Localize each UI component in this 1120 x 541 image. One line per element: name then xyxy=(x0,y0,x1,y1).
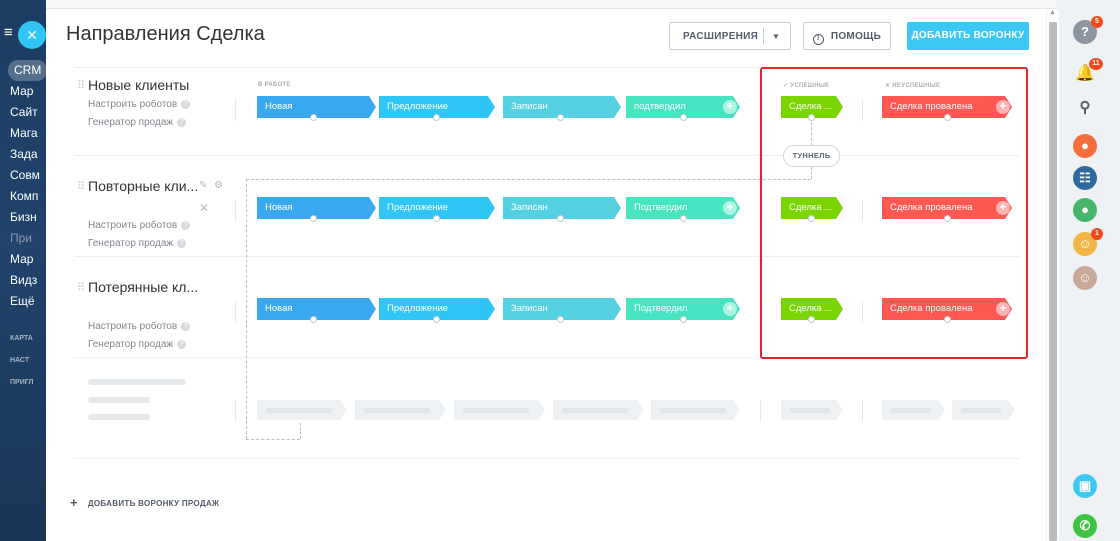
add-stage-icon[interactable]: + xyxy=(723,201,737,215)
funnel-name[interactable]: Новые клиенты xyxy=(88,77,189,93)
nav-item[interactable]: Мар xyxy=(0,249,46,270)
nav-item[interactable]: Видз xyxy=(0,270,46,291)
nav-item[interactable]: Ещё xyxy=(0,291,46,312)
tunnel-connector[interactable] xyxy=(680,215,687,222)
drag-handle-icon[interactable]: ⠿ xyxy=(77,281,85,294)
bell-icon[interactable]: 🔔 11 xyxy=(1073,58,1103,86)
question-icon[interactable]: ? xyxy=(181,99,191,109)
tunnel-connector[interactable] xyxy=(680,316,687,323)
nav-item[interactable]: Мага xyxy=(0,123,46,144)
scrollbar-thumb[interactable] xyxy=(1049,22,1057,541)
user-avatar-photo[interactable]: ☺ xyxy=(1073,266,1097,290)
gear-icon[interactable]: ⚙ xyxy=(214,180,223,191)
nav-item[interactable]: При xyxy=(0,228,46,249)
robots-link[interactable]: Настроить роботов? xyxy=(88,321,191,332)
tunnel-connector[interactable] xyxy=(433,215,440,222)
nav-item[interactable]: Зада xyxy=(0,144,46,165)
info-circle-icon: ! xyxy=(812,34,824,45)
placeholder-line xyxy=(88,379,186,385)
drag-handle-icon[interactable]: ⠿ xyxy=(77,79,85,92)
nav-item-settings[interactable]: НАСТ xyxy=(0,350,46,372)
extensions-button[interactable]: РАСШИРЕНИЯ ▼ xyxy=(669,22,791,50)
tunnel-connector[interactable] xyxy=(557,215,564,222)
column-in-work-label: В РАБОТЕ xyxy=(258,82,291,88)
add-funnel-button[interactable]: ДОБАВИТЬ ВОРОНКУ xyxy=(907,22,1029,50)
sales-generator-link[interactable]: Генератор продаж? xyxy=(88,339,187,350)
edit-pencil-icon[interactable]: ✎ xyxy=(199,180,207,191)
tunnel-connector[interactable] xyxy=(680,114,687,121)
question-icon[interactable]: ? xyxy=(181,220,191,230)
placeholder-line xyxy=(88,414,150,420)
group-chat-icon[interactable]: ☷ xyxy=(1073,166,1097,190)
placeholder-line xyxy=(88,397,150,403)
question-icon[interactable]: ? xyxy=(177,117,187,127)
delete-x-icon[interactable]: ✕ xyxy=(199,201,209,215)
nav-item[interactable]: Бизн xyxy=(0,207,46,228)
stage[interactable]: Новая xyxy=(257,96,376,118)
left-navigation: ≡ CRM Мар Сайт Мага Зада Совм Комп Бизн … xyxy=(0,0,46,541)
question-icon[interactable]: ? xyxy=(177,339,187,349)
tunnel-connector[interactable] xyxy=(557,316,564,323)
chevron-down-icon[interactable]: ▼ xyxy=(772,23,780,51)
plus-icon: + xyxy=(70,495,78,510)
help-button[interactable]: ! ПОМОЩЬ xyxy=(803,22,891,50)
user-avatar[interactable]: ● xyxy=(1073,198,1097,222)
menu-burger-icon[interactable]: ≡ xyxy=(4,24,13,41)
tunnel-connector[interactable] xyxy=(557,114,564,121)
robots-link[interactable]: Настроить роботов? xyxy=(88,99,191,110)
question-icon[interactable]: ? xyxy=(177,238,187,248)
tunnel-connector[interactable] xyxy=(310,215,317,222)
right-toolbar: ? 5 🔔 11 ⚲ ● ☷ ● ☺ 1 ☺ ▣ ✆ xyxy=(1060,0,1120,541)
add-sales-funnel-link[interactable]: + ДОБАВИТЬ ВОРОНКУ ПРОДАЖ xyxy=(70,495,219,510)
tunnel-connector[interactable] xyxy=(310,316,317,323)
drag-handle-icon[interactable]: ⠿ xyxy=(77,180,85,193)
nav-item[interactable]: Комп xyxy=(0,186,46,207)
sales-generator-link[interactable]: Генератор продаж? xyxy=(88,238,187,249)
funnels-panel: Направления Сделка РАСШИРЕНИЯ ▼ ! ПОМОЩЬ … xyxy=(46,9,1046,541)
open-lines-icon[interactable]: ▣ xyxy=(1073,474,1097,498)
nav-item-map[interactable]: КАРТА xyxy=(0,328,46,350)
tunnel-connector[interactable] xyxy=(433,316,440,323)
page-title: Направления Сделка xyxy=(66,23,265,45)
help-question-icon[interactable]: ? 5 xyxy=(1073,16,1103,44)
top-strip xyxy=(46,0,1056,9)
funnel-name[interactable]: Повторные кли... xyxy=(88,178,198,194)
funnel-name[interactable]: Потерянные кл... xyxy=(88,279,198,295)
nav-item[interactable]: Сайт xyxy=(0,102,46,123)
tunnel-connector[interactable] xyxy=(433,114,440,121)
robots-link[interactable]: Настроить роботов? xyxy=(88,220,191,231)
close-slider-button[interactable]: ✕ xyxy=(18,21,46,49)
nav-item[interactable]: Совм xyxy=(0,165,46,186)
add-stage-icon[interactable]: + xyxy=(723,100,737,114)
search-icon[interactable]: ⚲ xyxy=(1073,96,1097,120)
add-stage-icon[interactable]: + xyxy=(723,302,737,316)
nav-item[interactable]: Мар xyxy=(0,81,46,102)
left-nav-list: CRM Мар Сайт Мага Зада Совм Комп Бизн Пр… xyxy=(0,60,46,394)
nav-item-crm[interactable]: CRM xyxy=(0,60,46,81)
close-icon: ✕ xyxy=(26,27,38,43)
scroll-up-arrow[interactable]: ▲ xyxy=(1049,9,1056,16)
tunnel-connector[interactable] xyxy=(310,114,317,121)
user-avatar[interactable]: ● xyxy=(1073,134,1097,158)
sales-generator-link[interactable]: Генератор продаж? xyxy=(88,117,187,128)
stage[interactable]: Новая xyxy=(257,197,376,219)
question-icon[interactable]: ? xyxy=(181,321,191,331)
stage[interactable]: Новая xyxy=(257,298,376,320)
nav-item-invite[interactable]: ПРИГЛ xyxy=(0,372,46,394)
highlight-frame xyxy=(760,67,1028,359)
user-avatar-photo[interactable]: ☺ 1 xyxy=(1073,228,1103,256)
phone-icon[interactable]: ✆ xyxy=(1073,514,1097,538)
